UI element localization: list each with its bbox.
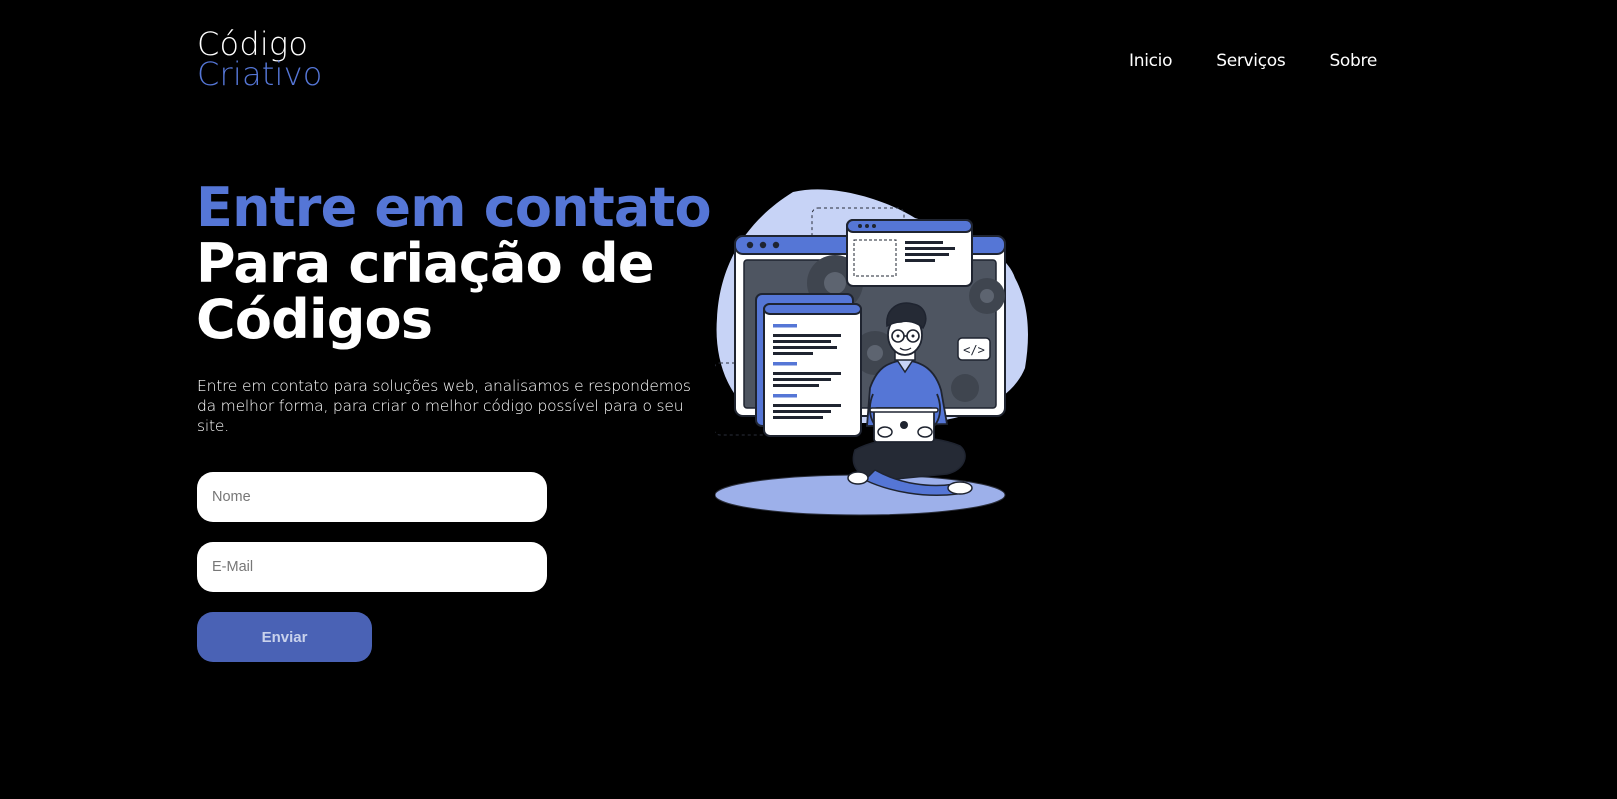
email-input[interactable] [197, 542, 547, 592]
logo-line2: Criativo [197, 55, 323, 93]
nav-item-inicio[interactable]: Inicio [1129, 51, 1172, 71]
page: Código Criativo Inicio Serviços Sobre En… [0, 0, 1617, 799]
nav-item-sobre[interactable]: Sobre [1329, 51, 1377, 71]
hero-description: Entre em contato para soluções web, anal… [197, 377, 691, 435]
main-nav: Inicio Serviços Sobre [1129, 51, 1377, 71]
logo[interactable]: Código Criativo [197, 28, 323, 90]
hero-title-line3: Códigos [196, 288, 433, 351]
developer-illustration: </> [715, 189, 1028, 516]
hero-title-line1: Entre em contato [196, 176, 712, 239]
code-tag-icon: </> [963, 343, 985, 357]
nav-item-servicos[interactable]: Serviços [1216, 51, 1286, 71]
hero-title-line2: Para criação de [196, 232, 654, 295]
submit-button[interactable]: Enviar [197, 612, 372, 662]
name-input[interactable] [197, 472, 547, 522]
hero-title: Entre em contato Para criação de Códigos [196, 176, 712, 351]
